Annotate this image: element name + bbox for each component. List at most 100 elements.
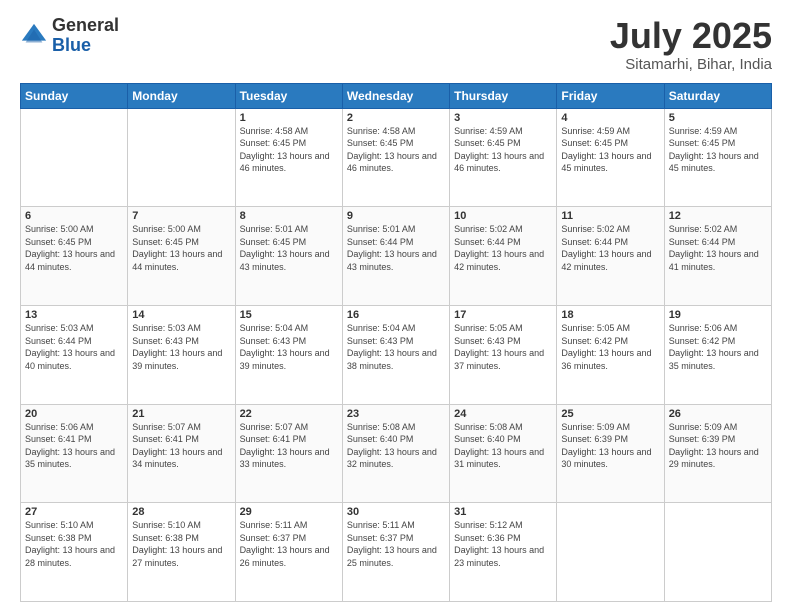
page: General Blue July 2025 Sitamarhi, Bihar,…	[0, 0, 792, 612]
logo-text: General Blue	[52, 16, 119, 56]
day-number: 25	[561, 408, 659, 420]
day-number: 16	[347, 309, 445, 321]
calendar-cell: 19Sunrise: 5:06 AM Sunset: 6:42 PM Dayli…	[664, 305, 771, 404]
calendar-cell	[21, 108, 128, 207]
calendar-week-row: 27Sunrise: 5:10 AM Sunset: 6:38 PM Dayli…	[21, 503, 772, 602]
day-number: 20	[25, 408, 123, 420]
day-number: 8	[240, 210, 338, 222]
day-info: Sunrise: 5:06 AM Sunset: 6:41 PM Dayligh…	[25, 421, 123, 471]
day-info: Sunrise: 4:58 AM Sunset: 6:45 PM Dayligh…	[240, 125, 338, 175]
day-info: Sunrise: 5:03 AM Sunset: 6:44 PM Dayligh…	[25, 322, 123, 372]
day-number: 26	[669, 408, 767, 420]
calendar-cell: 29Sunrise: 5:11 AM Sunset: 6:37 PM Dayli…	[235, 503, 342, 602]
day-number: 18	[561, 309, 659, 321]
day-number: 10	[454, 210, 552, 222]
day-number: 21	[132, 408, 230, 420]
calendar-week-row: 20Sunrise: 5:06 AM Sunset: 6:41 PM Dayli…	[21, 404, 772, 503]
calendar-cell: 2Sunrise: 4:58 AM Sunset: 6:45 PM Daylig…	[342, 108, 449, 207]
calendar-cell: 25Sunrise: 5:09 AM Sunset: 6:39 PM Dayli…	[557, 404, 664, 503]
day-info: Sunrise: 5:09 AM Sunset: 6:39 PM Dayligh…	[561, 421, 659, 471]
calendar-cell: 26Sunrise: 5:09 AM Sunset: 6:39 PM Dayli…	[664, 404, 771, 503]
calendar-cell: 13Sunrise: 5:03 AM Sunset: 6:44 PM Dayli…	[21, 305, 128, 404]
day-info: Sunrise: 5:08 AM Sunset: 6:40 PM Dayligh…	[347, 421, 445, 471]
logo: General Blue	[20, 16, 119, 56]
calendar-cell: 9Sunrise: 5:01 AM Sunset: 6:44 PM Daylig…	[342, 207, 449, 306]
title-block: July 2025 Sitamarhi, Bihar, India	[610, 16, 772, 73]
day-number: 28	[132, 506, 230, 518]
calendar-cell: 17Sunrise: 5:05 AM Sunset: 6:43 PM Dayli…	[450, 305, 557, 404]
day-info: Sunrise: 4:59 AM Sunset: 6:45 PM Dayligh…	[669, 125, 767, 175]
calendar-table: SundayMondayTuesdayWednesdayThursdayFrid…	[20, 83, 772, 602]
calendar-cell: 30Sunrise: 5:11 AM Sunset: 6:37 PM Dayli…	[342, 503, 449, 602]
calendar-cell: 5Sunrise: 4:59 AM Sunset: 6:45 PM Daylig…	[664, 108, 771, 207]
day-info: Sunrise: 5:08 AM Sunset: 6:40 PM Dayligh…	[454, 421, 552, 471]
calendar-cell: 28Sunrise: 5:10 AM Sunset: 6:38 PM Dayli…	[128, 503, 235, 602]
calendar-cell	[557, 503, 664, 602]
day-number: 29	[240, 506, 338, 518]
day-info: Sunrise: 5:02 AM Sunset: 6:44 PM Dayligh…	[669, 223, 767, 273]
calendar-cell: 11Sunrise: 5:02 AM Sunset: 6:44 PM Dayli…	[557, 207, 664, 306]
day-info: Sunrise: 5:11 AM Sunset: 6:37 PM Dayligh…	[347, 519, 445, 569]
day-info: Sunrise: 4:58 AM Sunset: 6:45 PM Dayligh…	[347, 125, 445, 175]
day-number: 23	[347, 408, 445, 420]
day-number: 14	[132, 309, 230, 321]
day-info: Sunrise: 5:05 AM Sunset: 6:42 PM Dayligh…	[561, 322, 659, 372]
calendar-week-row: 6Sunrise: 5:00 AM Sunset: 6:45 PM Daylig…	[21, 207, 772, 306]
day-number: 9	[347, 210, 445, 222]
month-title: July 2025	[610, 16, 772, 56]
calendar-cell: 3Sunrise: 4:59 AM Sunset: 6:45 PM Daylig…	[450, 108, 557, 207]
location: Sitamarhi, Bihar, India	[610, 56, 772, 73]
day-info: Sunrise: 5:04 AM Sunset: 6:43 PM Dayligh…	[347, 322, 445, 372]
calendar-cell: 20Sunrise: 5:06 AM Sunset: 6:41 PM Dayli…	[21, 404, 128, 503]
day-info: Sunrise: 5:06 AM Sunset: 6:42 PM Dayligh…	[669, 322, 767, 372]
day-number: 2	[347, 112, 445, 124]
calendar-cell: 6Sunrise: 5:00 AM Sunset: 6:45 PM Daylig…	[21, 207, 128, 306]
calendar-cell: 10Sunrise: 5:02 AM Sunset: 6:44 PM Dayli…	[450, 207, 557, 306]
day-info: Sunrise: 5:07 AM Sunset: 6:41 PM Dayligh…	[240, 421, 338, 471]
day-info: Sunrise: 5:04 AM Sunset: 6:43 PM Dayligh…	[240, 322, 338, 372]
day-number: 22	[240, 408, 338, 420]
day-number: 4	[561, 112, 659, 124]
day-info: Sunrise: 4:59 AM Sunset: 6:45 PM Dayligh…	[454, 125, 552, 175]
day-number: 6	[25, 210, 123, 222]
day-info: Sunrise: 5:07 AM Sunset: 6:41 PM Dayligh…	[132, 421, 230, 471]
day-info: Sunrise: 5:10 AM Sunset: 6:38 PM Dayligh…	[132, 519, 230, 569]
day-info: Sunrise: 5:01 AM Sunset: 6:45 PM Dayligh…	[240, 223, 338, 273]
day-number: 27	[25, 506, 123, 518]
day-number: 3	[454, 112, 552, 124]
day-info: Sunrise: 5:02 AM Sunset: 6:44 PM Dayligh…	[561, 223, 659, 273]
calendar-cell: 12Sunrise: 5:02 AM Sunset: 6:44 PM Dayli…	[664, 207, 771, 306]
calendar-cell: 21Sunrise: 5:07 AM Sunset: 6:41 PM Dayli…	[128, 404, 235, 503]
header: General Blue July 2025 Sitamarhi, Bihar,…	[20, 16, 772, 73]
day-number: 15	[240, 309, 338, 321]
day-info: Sunrise: 5:02 AM Sunset: 6:44 PM Dayligh…	[454, 223, 552, 273]
day-info: Sunrise: 5:11 AM Sunset: 6:37 PM Dayligh…	[240, 519, 338, 569]
day-number: 5	[669, 112, 767, 124]
calendar-cell: 15Sunrise: 5:04 AM Sunset: 6:43 PM Dayli…	[235, 305, 342, 404]
calendar-cell: 7Sunrise: 5:00 AM Sunset: 6:45 PM Daylig…	[128, 207, 235, 306]
day-info: Sunrise: 4:59 AM Sunset: 6:45 PM Dayligh…	[561, 125, 659, 175]
calendar-cell: 23Sunrise: 5:08 AM Sunset: 6:40 PM Dayli…	[342, 404, 449, 503]
calendar-cell	[128, 108, 235, 207]
calendar-cell: 16Sunrise: 5:04 AM Sunset: 6:43 PM Dayli…	[342, 305, 449, 404]
calendar-day-header: Wednesday	[342, 83, 449, 108]
calendar-day-header: Sunday	[21, 83, 128, 108]
calendar-day-header: Tuesday	[235, 83, 342, 108]
calendar-day-header: Friday	[557, 83, 664, 108]
day-info: Sunrise: 5:01 AM Sunset: 6:44 PM Dayligh…	[347, 223, 445, 273]
calendar-cell: 27Sunrise: 5:10 AM Sunset: 6:38 PM Dayli…	[21, 503, 128, 602]
calendar-cell: 18Sunrise: 5:05 AM Sunset: 6:42 PM Dayli…	[557, 305, 664, 404]
calendar-cell: 8Sunrise: 5:01 AM Sunset: 6:45 PM Daylig…	[235, 207, 342, 306]
calendar-cell: 4Sunrise: 4:59 AM Sunset: 6:45 PM Daylig…	[557, 108, 664, 207]
calendar-cell: 22Sunrise: 5:07 AM Sunset: 6:41 PM Dayli…	[235, 404, 342, 503]
calendar-week-row: 1Sunrise: 4:58 AM Sunset: 6:45 PM Daylig…	[21, 108, 772, 207]
logo-blue-text: Blue	[52, 36, 119, 56]
calendar-day-header: Saturday	[664, 83, 771, 108]
day-info: Sunrise: 5:03 AM Sunset: 6:43 PM Dayligh…	[132, 322, 230, 372]
calendar-week-row: 13Sunrise: 5:03 AM Sunset: 6:44 PM Dayli…	[21, 305, 772, 404]
day-info: Sunrise: 5:09 AM Sunset: 6:39 PM Dayligh…	[669, 421, 767, 471]
logo-general-text: General	[52, 16, 119, 36]
day-number: 30	[347, 506, 445, 518]
calendar-cell: 14Sunrise: 5:03 AM Sunset: 6:43 PM Dayli…	[128, 305, 235, 404]
day-info: Sunrise: 5:10 AM Sunset: 6:38 PM Dayligh…	[25, 519, 123, 569]
